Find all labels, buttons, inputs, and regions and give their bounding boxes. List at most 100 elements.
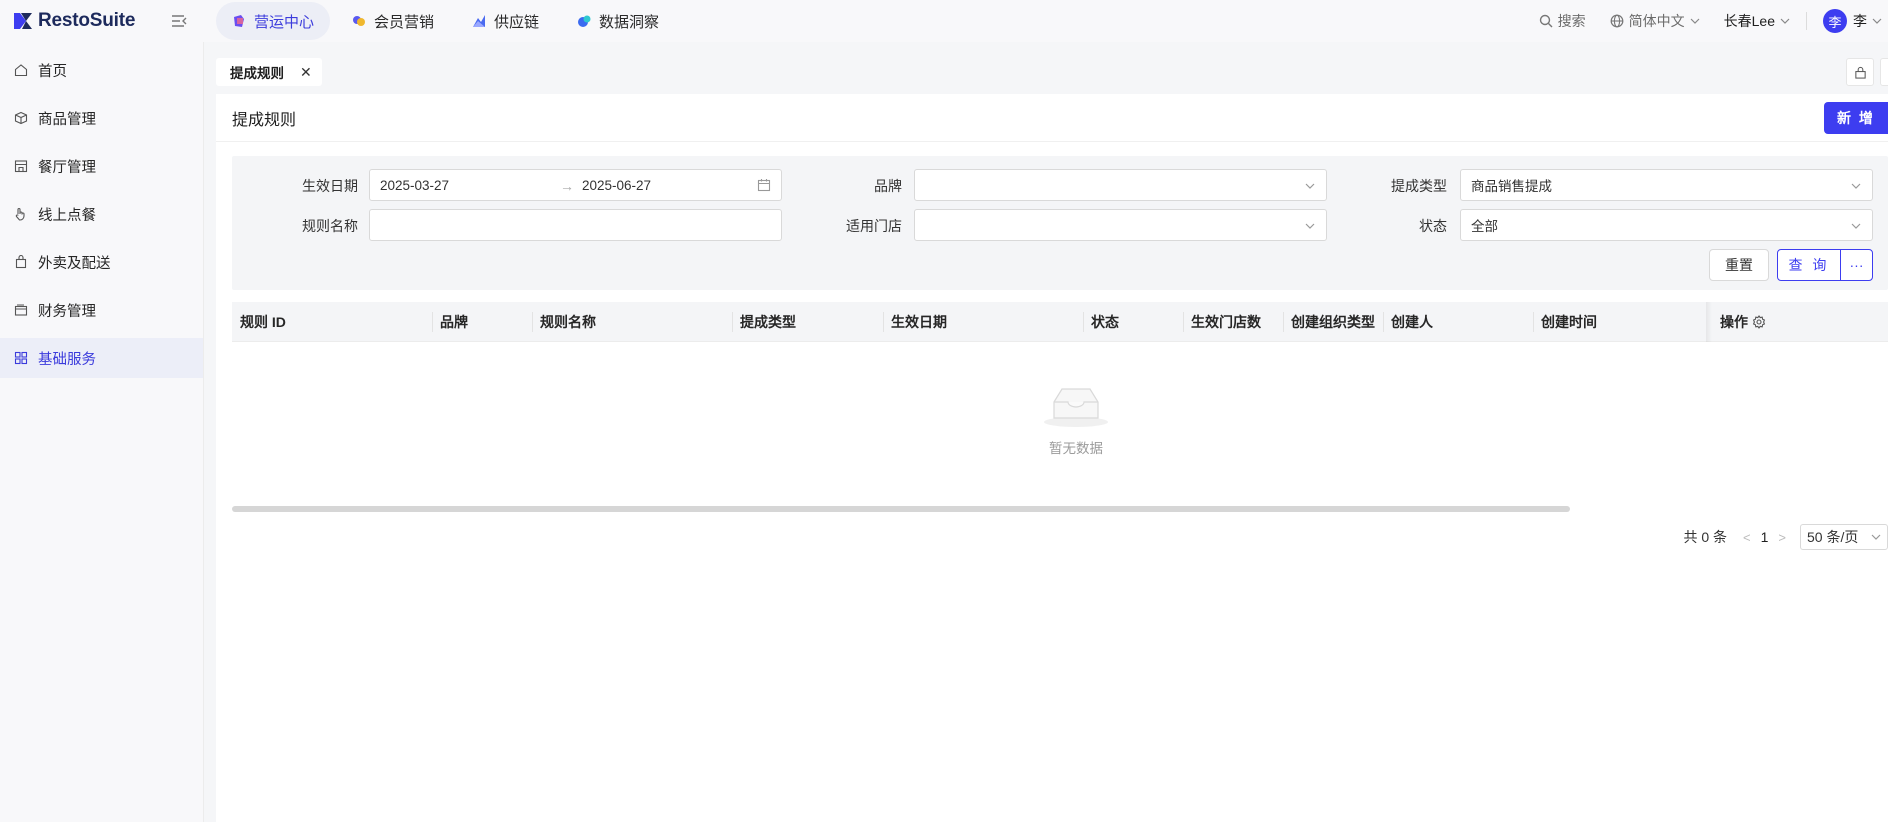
page-tabs: 提成规则 ✕ <box>204 52 1888 94</box>
column-org-type: 创建组织类型 <box>1291 314 1375 330</box>
column-status: 状态 <box>1091 314 1119 330</box>
brand-name: RestoSuite <box>38 10 136 31</box>
empty-box-icon <box>1044 388 1108 427</box>
nav-data-insights[interactable]: 数据洞察 <box>561 2 675 40</box>
status-label: 状态 <box>1419 218 1447 234</box>
divider <box>1806 12 1807 30</box>
coins-icon <box>353 16 366 26</box>
sidebar-item-label: 商品管理 <box>38 111 96 128</box>
rule-name-label: 规则名称 <box>302 218 358 234</box>
more-options-button[interactable]: ··· <box>1840 249 1873 281</box>
column-actions-label: 操作 <box>1720 314 1748 330</box>
start-date: 2025-03-27 <box>380 177 450 193</box>
effective-date-label: 生效日期 <box>302 178 358 194</box>
search-label: 搜索 <box>1557 13 1586 29</box>
column-created-time: 创建时间 <box>1541 314 1597 330</box>
bag-icon <box>15 255 27 269</box>
user-menu[interactable]: 李 李 <box>1823 9 1882 33</box>
current-page[interactable]: 1 <box>1761 529 1769 545</box>
store-label: 适用门店 <box>846 218 902 234</box>
close-icon[interactable]: ✕ <box>300 64 312 81</box>
query-button[interactable]: 查 询 <box>1777 249 1841 281</box>
arrow-right-icon: → <box>560 178 574 194</box>
commission-type-select[interactable]: 商品销售提成 <box>1460 169 1873 201</box>
calendar-icon <box>757 179 771 192</box>
global-search[interactable]: 搜索 <box>1539 11 1586 31</box>
tab-close-all-button[interactable] <box>1880 58 1888 86</box>
language-label: 简体中文 <box>1628 13 1685 29</box>
avatar: 李 <box>1823 9 1847 33</box>
org-switcher[interactable]: 长春Lee <box>1724 11 1790 31</box>
tab-label: 提成规则 <box>230 66 284 81</box>
chevron-down-icon <box>1305 223 1315 229</box>
org-label: 长春Lee <box>1723 13 1775 29</box>
column-rule-name: 规则名称 <box>540 314 596 330</box>
language-switcher[interactable]: 简体中文 <box>1610 11 1700 31</box>
nav-supply-chain[interactable]: 供应链 <box>456 2 555 40</box>
sidebar: 首页 商品管理 餐厅管理 线上点餐 外卖及配送 财务管理 基础服务 <box>0 42 204 822</box>
sidebar-item-restaurants[interactable]: 餐厅管理 <box>0 146 203 186</box>
home-icon <box>14 64 28 77</box>
empty-state: 暂无数据 <box>1012 384 1140 457</box>
sidebar-item-label: 基础服务 <box>38 351 96 368</box>
pagination: 共 0 条 < 1 > 50 条/页 <box>1683 524 1888 550</box>
sidebar-item-label: 首页 <box>38 63 67 80</box>
sidebar-item-online-ordering[interactable]: 线上点餐 <box>0 194 203 234</box>
store-select[interactable] <box>914 209 1327 241</box>
cube-icon <box>234 15 244 27</box>
bubble-icon <box>578 15 591 27</box>
nav-label: 供应链 <box>494 13 540 31</box>
top-bar: RestoSuite 营运中心 会员营销 供应链 数据洞察 搜索 简体中文 长春… <box>0 0 1888 42</box>
page-size-select[interactable]: 50 条/页 <box>1800 524 1888 550</box>
add-rule-button[interactable]: 新 增 <box>1824 102 1888 134</box>
brand-select[interactable] <box>914 169 1327 201</box>
chart-icon <box>473 15 486 27</box>
prev-page-icon[interactable]: < <box>1743 530 1751 545</box>
horizontal-scrollbar[interactable] <box>232 506 1570 512</box>
column-creator: 创建人 <box>1391 314 1433 330</box>
nav-member-marketing[interactable]: 会员营销 <box>336 2 450 40</box>
collapse-menu-icon[interactable] <box>170 12 188 30</box>
settings-icon[interactable] <box>1752 315 1766 329</box>
nav-label: 营运中心 <box>254 13 315 31</box>
main-panel: 提成规则 新 增 生效日期 2025-03-27 → 2025-06-27 品牌… <box>216 94 1888 822</box>
hand-icon <box>15 207 25 221</box>
chevron-down-icon <box>1780 18 1790 24</box>
tab-commission-rules[interactable]: 提成规则 ✕ <box>216 58 322 86</box>
sidebar-item-products[interactable]: 商品管理 <box>0 98 203 138</box>
brand-logo[interactable]: RestoSuite <box>12 10 172 32</box>
empty-text: 暂无数据 <box>1049 441 1103 456</box>
sidebar-item-finance[interactable]: 财务管理 <box>0 290 203 330</box>
chevron-down-icon <box>1851 183 1861 189</box>
status-select[interactable]: 全部 <box>1460 209 1873 241</box>
top-nav: 营运中心 会员营销 供应链 数据洞察 <box>216 0 681 42</box>
brand-label: 品牌 <box>874 178 902 194</box>
nav-label: 会员营销 <box>374 13 435 31</box>
sidebar-item-home[interactable]: 首页 <box>0 50 203 90</box>
nav-operations-center[interactable]: 营运中心 <box>216 2 331 40</box>
grid-icon <box>14 351 28 365</box>
effective-date-range[interactable]: 2025-03-27 → 2025-06-27 <box>369 169 782 201</box>
sidebar-item-label: 线上点餐 <box>38 207 96 224</box>
sidebar-item-delivery[interactable]: 外卖及配送 <box>0 242 203 282</box>
end-date: 2025-06-27 <box>582 177 652 193</box>
status-value: 全部 <box>1471 219 1498 234</box>
page-header: 提成规则 <box>216 94 1888 142</box>
column-effective-date: 生效日期 <box>891 314 947 330</box>
rule-name-input[interactable] <box>369 209 782 241</box>
chevron-down-icon <box>1872 18 1882 24</box>
page-size-value: 50 条/页 <box>1807 529 1859 545</box>
total-count: 共 0 条 <box>1683 529 1728 545</box>
column-commission-type: 提成类型 <box>740 314 796 330</box>
reset-button[interactable]: 重置 <box>1709 249 1769 281</box>
store-icon <box>14 160 28 173</box>
user-name: 李 <box>1853 13 1867 29</box>
globe-icon <box>1610 14 1624 28</box>
commission-type-label: 提成类型 <box>1391 178 1447 194</box>
nav-label: 数据洞察 <box>599 13 660 31</box>
sidebar-item-label: 外卖及配送 <box>38 255 111 272</box>
next-page-icon[interactable]: > <box>1778 530 1786 545</box>
column-brand: 品牌 <box>440 314 468 330</box>
tab-home-button[interactable] <box>1846 58 1874 86</box>
sidebar-item-basic-services[interactable]: 基础服务 <box>0 338 203 378</box>
